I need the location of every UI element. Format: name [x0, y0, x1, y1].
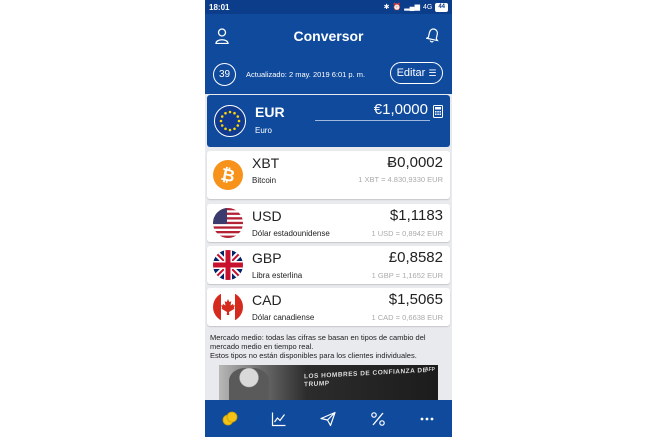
app-header: Conversor 39 Actualizado: 2 may. 2019 6:… [205, 14, 452, 94]
currency-code: GBP [252, 250, 282, 266]
nav-send[interactable] [318, 409, 338, 429]
bell-icon[interactable] [426, 27, 440, 43]
currency-rate: 1 CAD = 0,6638 EUR [371, 313, 444, 322]
refresh-timer[interactable]: 39 [213, 63, 236, 86]
nav-converter[interactable] [220, 409, 240, 429]
phone-screen: 18:01 ✱ ⏰ ▂▄▆ 4G 44 Conversor 39 Actuali… [205, 0, 452, 437]
base-currency-code: EUR [255, 104, 285, 120]
disclaimer-line-2: Estos tipos no están disponibles para lo… [210, 351, 417, 360]
uk-flag-icon [213, 250, 243, 280]
alarm-icon: ⏰ [392, 4, 402, 11]
disclaimer-line-1: Mercado medio: todas las cifras se basan… [210, 333, 426, 351]
edit-button-label: Editar [396, 67, 426, 79]
bitcoin-icon: ₿ [213, 160, 243, 190]
nav-charts[interactable] [269, 409, 289, 429]
currency-amount: $1,5065 [388, 291, 443, 308]
ad-banner[interactable]: LOS HOMBRES DE CONFIANZA DE TRUMP AFP [219, 365, 438, 400]
disclaimer-note: Mercado medio: todas las cifras se basan… [210, 333, 448, 360]
currency-rate: 1 XBT = 4.830,9330 EUR [358, 175, 443, 184]
currency-name: Dólar canadiense [252, 313, 315, 322]
currency-row-cad[interactable]: CAD Dólar canadiense $1,5065 1 CAD = 0,6… [207, 288, 450, 326]
currency-name: Libra esterlina [252, 271, 303, 280]
currency-code: XBT [252, 155, 280, 171]
ad-headline: LOS HOMBRES DE CONFIANZA DE TRUMP [304, 366, 428, 389]
currency-code: USD [252, 208, 282, 224]
list-icon: ☰ [428, 67, 437, 78]
eu-flag-icon [214, 105, 246, 137]
currency-rate: 1 USD = 0,8942 EUR [371, 229, 444, 238]
nav-rates[interactable] [368, 409, 388, 429]
send-icon [320, 411, 337, 426]
currency-rate: 1 GBP = 1,1652 EUR [371, 271, 443, 280]
amount-underline [315, 120, 430, 121]
base-currency-card[interactable]: EUR Euro €1,0000 [207, 95, 450, 147]
currency-amount: £0,8582 [388, 249, 443, 266]
percent-icon [371, 411, 385, 426]
bottom-navigation [205, 400, 452, 437]
status-time: 18:01 [209, 2, 230, 12]
base-amount-input[interactable]: €1,0000 [374, 101, 428, 118]
currency-code: CAD [252, 292, 282, 308]
status-icons: ✱ ⏰ ▂▄▆ 4G 44 [383, 2, 448, 12]
currency-amount: $1,1183 [389, 207, 443, 224]
us-flag-icon [213, 208, 243, 238]
ad-image [229, 368, 269, 400]
bluetooth-icon: ✱ [383, 4, 390, 11]
ad-badge: AFP [425, 367, 435, 373]
currency-row-xbt[interactable]: ₿ XBT Bitcoin Ƀ0,0002 1 XBT = 4.830,9330… [207, 151, 450, 199]
canada-flag-icon [213, 292, 243, 322]
page-title: Conversor [293, 28, 364, 44]
nav-more[interactable] [417, 409, 437, 429]
status-bar: 18:01 ✱ ⏰ ▂▄▆ 4G 44 [205, 0, 452, 14]
converter-icon [222, 411, 238, 425]
edit-button[interactable]: Editar ☰ [390, 62, 443, 84]
currency-row-gbp[interactable]: GBP Libra esterlina £0,8582 1 GBP = 1,16… [207, 246, 450, 284]
base-currency-name: Euro [255, 126, 272, 135]
updated-timestamp: Actualizado: 2 may. 2019 6:01 p. m. [246, 70, 366, 79]
currency-name: Dólar estadounidense [252, 229, 330, 238]
currency-name: Bitcoin [252, 176, 277, 185]
battery-icon: 44 [435, 2, 448, 12]
signal-icon: ▂▄▆ [404, 4, 420, 11]
currency-amount: Ƀ0,0002 [387, 154, 443, 171]
more-icon [420, 417, 434, 420]
chart-icon [271, 412, 286, 426]
network-type: 4G [422, 3, 433, 11]
calculator-icon[interactable] [433, 105, 443, 118]
currency-row-usd[interactable]: USD Dólar estadounidense $1,1183 1 USD =… [207, 204, 450, 242]
